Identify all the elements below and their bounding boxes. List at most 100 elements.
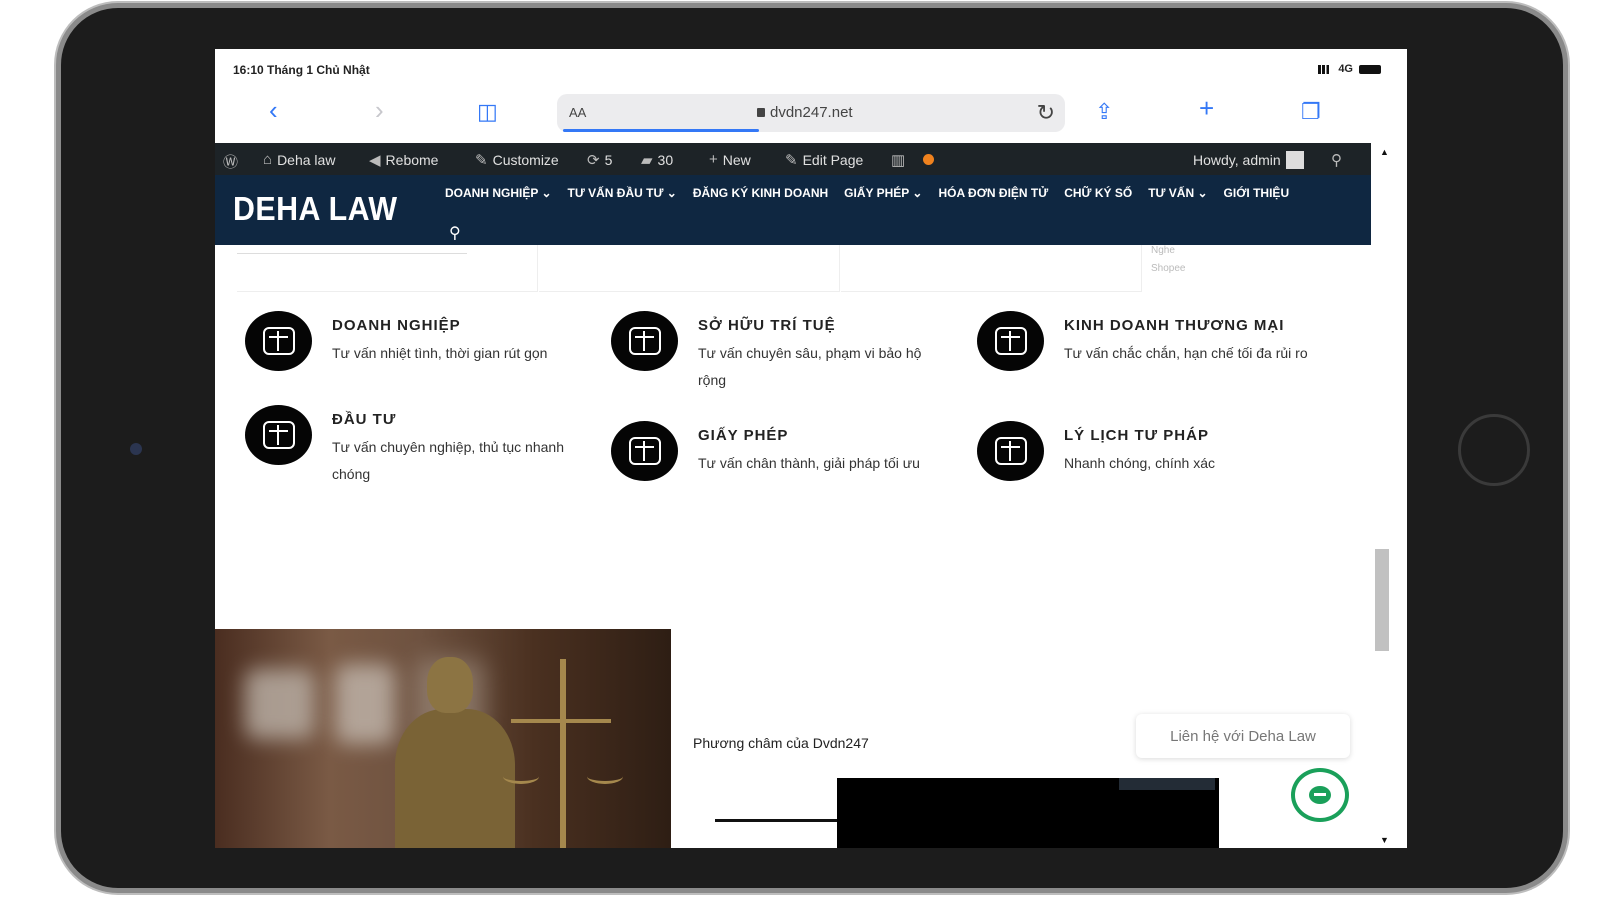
service-title: SỞ HỮU TRÍ TUỆ xyxy=(698,317,836,334)
page-content: Nghe Shopee DOANH NGHIỆP Tư vấn nhiệt tì… xyxy=(215,245,1371,848)
service-desc: Tư vấn nhiệt tình, thời gian rút gọn xyxy=(332,345,548,361)
scale-icon xyxy=(245,311,312,371)
nav-dang-ky-kinh-doanh[interactable]: ĐĂNG KÝ KINH DOANH xyxy=(693,186,828,200)
ipad-screen: 16:10 Tháng 1 Chủ Nhật 4G ‹ › ◫ AA dvdn2… xyxy=(215,49,1407,848)
admin-search-icon[interactable]: ⚲ xyxy=(1331,151,1342,169)
service-desc: Tư vấn chuyên nghiệp, thủ tục nhanh chón… xyxy=(332,439,564,482)
admin-edit-page-link[interactable]: ✎ Edit Page xyxy=(785,151,863,169)
nav-hoa-don-dien-tu[interactable]: HÓA ĐƠN ĐIỆN TỬ xyxy=(938,186,1048,200)
chat-icon xyxy=(1309,786,1331,804)
notification-dot xyxy=(923,154,934,165)
wordpress-icon[interactable]: Ⓦ xyxy=(223,151,238,172)
bookmarks-icon[interactable]: ◫ xyxy=(477,99,498,125)
admin-site-link[interactable]: ⌂ Deha law xyxy=(263,151,335,168)
service-item[interactable]: ĐẦU TƯ Tư vấn chuyên nghiệp, thủ tục nha… xyxy=(245,405,585,488)
admin-new-label: New xyxy=(722,151,751,168)
card-partial xyxy=(237,245,538,292)
service-desc: Tư vấn chắc chắn, hạn chế tối đa rủi ro xyxy=(1064,345,1308,361)
address-bar[interactable]: AA dvdn247.net ↻ xyxy=(557,94,1065,132)
admin-comments-count: 30 xyxy=(657,152,674,168)
admin-updates-count: 5 xyxy=(604,152,613,168)
divider xyxy=(715,819,841,822)
previous-section-cards: Nghe Shopee xyxy=(237,245,1347,295)
front-camera xyxy=(130,443,142,455)
plus-icon: + xyxy=(709,151,718,168)
admin-account-menu[interactable]: Howdy, admin xyxy=(1193,151,1304,169)
brush-icon: ✎ xyxy=(475,152,488,169)
battery-icon xyxy=(1359,64,1381,74)
service-item[interactable]: LÝ LỊCH TƯ PHÁP Nhanh chóng, chính xác xyxy=(977,421,1317,481)
motto-heading: Phương châm của Dvdn247 xyxy=(693,735,869,751)
signal-icon xyxy=(1318,64,1333,74)
nav-gioi-thieu[interactable]: GIỚI THIỆU xyxy=(1224,186,1290,200)
scale-icon xyxy=(977,421,1044,481)
wp-admin-bar: Ⓦ ⌂ Deha law ◀ Rebome ✎ Customize ⟳ 5 ▰ 30 + N… xyxy=(215,143,1371,175)
share-icon[interactable]: ⇪ xyxy=(1095,99,1113,125)
nav-giay-phep[interactable]: GIẤY PHÉP ⌄ xyxy=(844,186,922,200)
scrollbar[interactable] xyxy=(1371,143,1407,848)
admin-new-link[interactable]: + New xyxy=(709,151,751,168)
updates-icon: ⟳ xyxy=(587,152,600,169)
lady-justice-image xyxy=(215,629,671,848)
browser-toolbar: ‹ › ◫ AA dvdn247.net ↻ ⇪ + ❐ xyxy=(215,87,1407,143)
site-logo[interactable]: DEHA LAW xyxy=(233,190,397,228)
nav-doanh-nghiep[interactable]: DOANH NGHIỆP ⌄ xyxy=(445,186,552,200)
scale-icon xyxy=(245,405,312,465)
service-title: DOANH NGHIỆP xyxy=(332,317,461,334)
partial-text: Nghe xyxy=(1151,245,1175,256)
admin-customize-link[interactable]: ✎ Customize xyxy=(475,151,559,169)
service-item[interactable]: SỞ HỮU TRÍ TUỆ Tư vấn chuyên sâu, phạm v… xyxy=(611,311,951,394)
admin-rebrand-label: Rebome xyxy=(385,152,439,168)
plugin-icon[interactable]: ▥ xyxy=(891,151,905,169)
chat-button[interactable] xyxy=(1291,768,1349,822)
service-title: LÝ LỊCH TƯ PHÁP xyxy=(1064,427,1209,444)
service-desc: Tư vấn chân thành, giải pháp tối ưu xyxy=(698,455,920,471)
contact-label[interactable]: Liên hệ với Deha Law xyxy=(1136,714,1350,758)
avatar xyxy=(1285,151,1304,169)
service-title: GIẤY PHÉP xyxy=(698,427,789,444)
home-button xyxy=(1458,414,1530,486)
url-text: dvdn247.net xyxy=(757,104,853,121)
scroll-down-icon[interactable]: ▼ xyxy=(1380,835,1389,845)
forward-icon[interactable]: › xyxy=(375,97,384,123)
scroll-up-icon[interactable]: ▲ xyxy=(1380,147,1389,157)
text-size-button[interactable]: AA xyxy=(569,105,586,120)
admin-howdy-label: Howdy, admin xyxy=(1193,152,1281,168)
admin-customize-label: Customize xyxy=(492,152,559,168)
service-desc: Nhanh chóng, chính xác xyxy=(1064,455,1215,471)
service-item[interactable]: KINH DOANH THƯƠNG MẠI Tư vấn chắc chắn, … xyxy=(977,311,1317,371)
site-header: DEHA LAW DOANH NGHIỆP ⌄ TƯ VẤN ĐẦU TƯ ⌄ … xyxy=(215,175,1371,245)
rebrand-icon: ◀ xyxy=(369,152,381,169)
nav-chu-ky-so[interactable]: CHỮ KÝ SỐ xyxy=(1064,186,1132,200)
scrollbar-thumb[interactable] xyxy=(1375,549,1389,651)
status-indicators: 4G xyxy=(1318,63,1381,75)
nav-tu-van[interactable]: TƯ VẤN ⌄ xyxy=(1148,186,1207,200)
admin-rebrand-link[interactable]: ◀ Rebome xyxy=(369,151,438,169)
tabs-icon[interactable]: ❐ xyxy=(1301,99,1321,125)
back-icon[interactable]: ‹ xyxy=(269,97,278,123)
url-value: dvdn247.net xyxy=(770,104,853,121)
scale-icon xyxy=(977,311,1044,371)
card-partial xyxy=(539,245,840,292)
admin-comments-link[interactable]: ▰ 30 xyxy=(641,151,673,169)
nav-tu-van-dau-tu[interactable]: TƯ VẤN ĐẦU TƯ ⌄ xyxy=(568,186,677,200)
service-desc: Tư vấn chuyên sâu, phạm vi bảo hộ rộng xyxy=(698,345,922,388)
reload-icon[interactable]: ↻ xyxy=(1037,100,1055,126)
status-bar: 16:10 Tháng 1 Chủ Nhật 4G xyxy=(215,49,1407,87)
search-icon[interactable]: ⚲ xyxy=(449,223,461,243)
card-partial: Nghe Shopee xyxy=(841,245,1185,292)
partial-text: Shopee xyxy=(1151,263,1186,274)
service-item[interactable]: DOANH NGHIỆP Tư vấn nhiệt tình, thời gia… xyxy=(245,311,585,371)
network-label: 4G xyxy=(1338,63,1353,75)
admin-updates-link[interactable]: ⟳ 5 xyxy=(587,151,612,169)
status-time: 16:10 Tháng 1 Chủ Nhật xyxy=(233,63,370,77)
pencil-icon: ✎ xyxy=(785,152,798,169)
service-item[interactable]: GIẤY PHÉP Tư vấn chân thành, giải pháp t… xyxy=(611,421,951,481)
dashboard-icon: ⌂ xyxy=(263,151,273,168)
lock-icon xyxy=(757,108,765,117)
video-embed[interactable] xyxy=(837,778,1219,848)
new-tab-icon[interactable]: + xyxy=(1199,95,1214,121)
admin-site-name: Deha law xyxy=(277,151,336,168)
scale-icon xyxy=(611,311,678,371)
service-title: ĐẦU TƯ xyxy=(332,411,397,428)
